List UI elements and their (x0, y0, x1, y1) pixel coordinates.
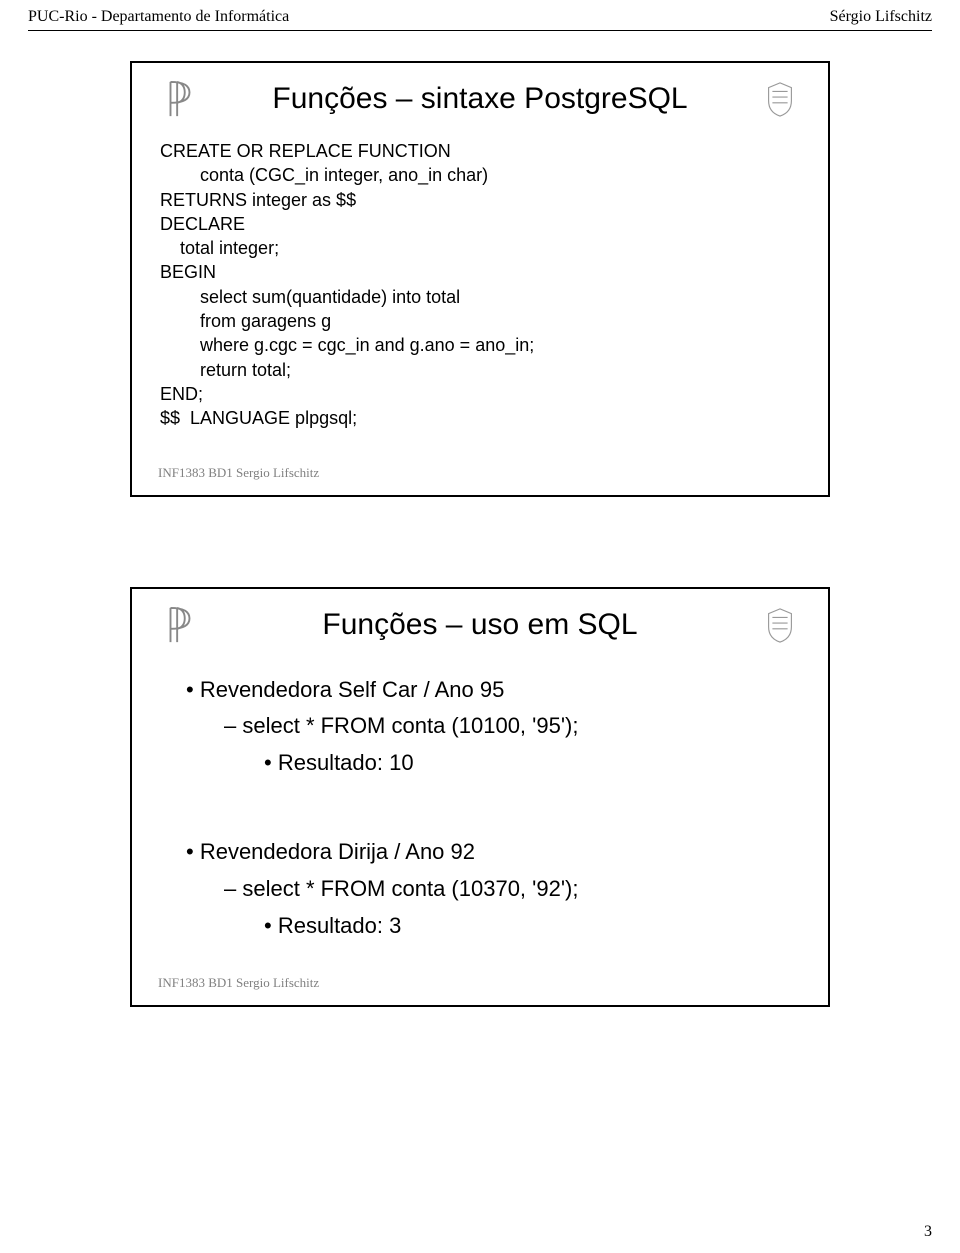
slide-1-title: Funções – sintaxe PostgreSQL (202, 82, 758, 116)
slide-2: Funções – uso em SQL • Revendedora Self … (130, 587, 830, 1008)
bullet-text: select * FROM conta (10100, '95'); (242, 713, 578, 738)
list-item: • Revendedora Self Car / Ano 95 (186, 675, 802, 706)
crest-icon (758, 603, 802, 647)
slide-1-title-row: Funções – sintaxe PostgreSQL (158, 77, 802, 121)
bullet-text: select * FROM conta (10370, '92'); (242, 876, 578, 901)
slide-2-title: Funções – uso em SQL (202, 608, 758, 642)
slide-2-bullets: • Revendedora Self Car / Ano 95 – select… (158, 675, 802, 942)
list-item: – select * FROM conta (10370, '92'); (224, 874, 802, 905)
bullet-text: Resultado: 10 (278, 750, 414, 775)
page-number: 3 (924, 1223, 932, 1241)
slide-2-footer: INF1383 BD1 Sergio Lifschitz (158, 975, 828, 991)
list-item: • Resultado: 10 (264, 748, 802, 779)
header-left: PUC-Rio - Departamento de Informática (28, 8, 289, 26)
slide-1-code: CREATE OR REPLACE FUNCTION conta (CGC_in… (160, 139, 802, 431)
header-right: Sérgio Lifschitz (830, 8, 932, 26)
list-item: • Resultado: 3 (264, 911, 802, 942)
list-item: – select * FROM conta (10100, '95'); (224, 711, 802, 742)
crest-icon (758, 77, 802, 121)
letter-p-icon (158, 77, 202, 121)
bullet-text: Revendedora Dirija / Ano 92 (200, 839, 475, 864)
letter-p-icon (158, 603, 202, 647)
page-header: PUC-Rio - Departamento de Informática Sé… (0, 0, 960, 30)
list-item: • Revendedora Dirija / Ano 92 (186, 837, 802, 868)
slide-1-footer: INF1383 BD1 Sergio Lifschitz (158, 465, 828, 481)
bullet-text: Revendedora Self Car / Ano 95 (200, 677, 505, 702)
slide-2-title-row: Funções – uso em SQL (158, 603, 802, 647)
bullet-text: Resultado: 3 (278, 913, 402, 938)
header-divider (28, 30, 932, 31)
slide-1: Funções – sintaxe PostgreSQL CREATE OR R… (130, 61, 830, 497)
